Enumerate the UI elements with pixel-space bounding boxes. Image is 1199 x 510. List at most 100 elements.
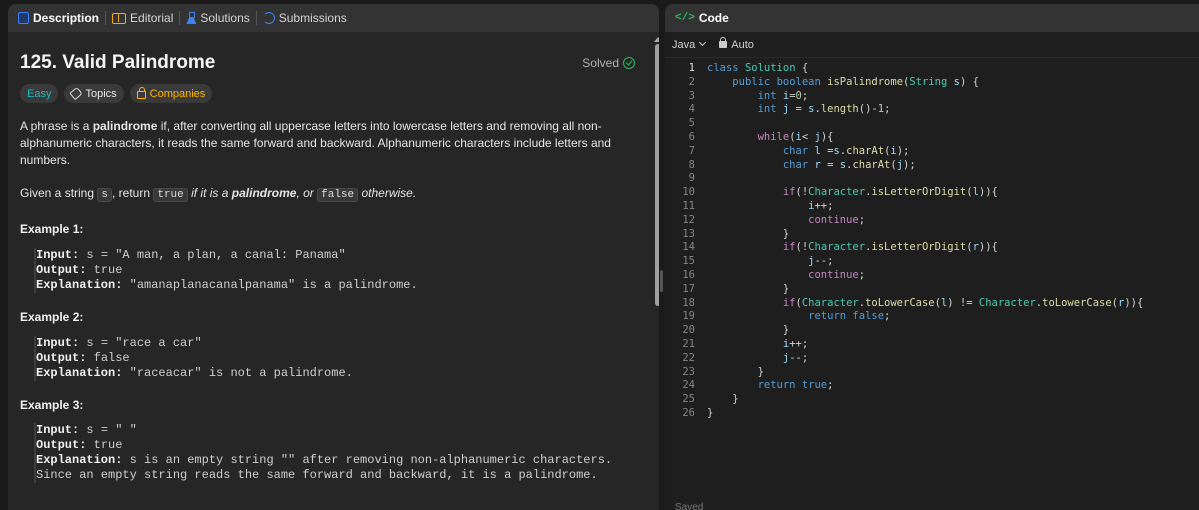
code-text: } [707,324,790,337]
title-row: 125. Valid Palindrome Solved [20,52,635,74]
code-line[interactable]: 19 return false; [665,310,1199,324]
code-line[interactable]: 4 int j = s.length()-1; [665,103,1199,117]
line-number: 25 [682,393,695,406]
description-scrollbar[interactable] [655,44,659,306]
line-number: 13 [682,227,695,240]
code-line[interactable]: 2 public boolean isPalindrome(String s) … [665,76,1199,90]
code-text: int j = s.length()-1; [757,103,891,116]
line-number: 14 [682,241,695,254]
line-number: 3 [688,89,695,102]
line-number: 19 [682,310,695,323]
code-line[interactable]: 5 [665,117,1199,131]
code-text: continue; [808,213,866,226]
code-line[interactable]: 8 char r = s.charAt(j); [665,159,1199,173]
code-line[interactable]: 1 class Solution { [665,62,1199,76]
inline-code: true [153,188,188,202]
code-line[interactable]: 12 continue; [665,214,1199,228]
scroll-up-arrow[interactable] [654,37,659,42]
code-text: while(i< j){ [757,130,834,143]
input-value: s = " " [79,423,137,437]
example-1-title: Example 1: [20,222,84,236]
text: if it is a [187,186,232,200]
code-line[interactable]: 10 if(!Character.isLetterOrDigit(l)){ [665,186,1199,200]
example-2-title: Example 2: [20,310,84,324]
code-line[interactable]: 7 char l =s.charAt(i); [665,145,1199,159]
code-panel: </> Code Java Auto 1 class Solution {2 pu… [665,4,1199,510]
code-line[interactable]: 11 i++; [665,200,1199,214]
code-line[interactable]: 23 } [665,366,1199,380]
lock-icon [136,87,146,99]
topics-button[interactable]: Topics [64,84,124,103]
code-line[interactable]: 3 int i=0; [665,90,1199,104]
example-3-title: Example 3: [20,398,84,412]
output-value: false [86,351,130,365]
auto-mode[interactable]: Auto [719,36,754,51]
explanation-value: "amanaplanacanalpanama" is a palindrome. [122,278,418,292]
companies-button[interactable]: Companies [129,84,213,103]
code-line[interactable]: 18 if(Character.toLowerCase(l) != Charac… [665,297,1199,311]
code-line[interactable]: 20 } [665,324,1199,338]
code-text: return true; [757,379,834,392]
code-line[interactable]: 16 continue; [665,269,1199,283]
tag-icon [69,86,84,101]
code-text: char l =s.charAt(i); [782,144,910,157]
tab-editorial[interactable]: Editorial [106,4,179,32]
flask-icon [186,12,196,24]
code-text: if(!Character.isLetterOrDigit(r)){ [782,241,998,254]
code-text: i++; [782,337,809,350]
text: Given a string [20,186,98,200]
line-number: 21 [682,337,695,350]
tab-solutions[interactable]: Solutions [180,4,255,32]
code-line[interactable]: 22 j--; [665,352,1199,366]
problem-description: A phrase is a palindrome if, after conve… [20,118,640,215]
code-text: return false; [808,310,891,323]
code-line[interactable]: 14 if(!Character.isLetterOrDigit(r)){ [665,241,1199,255]
code-line[interactable]: 17 } [665,283,1199,297]
tab-submissions[interactable]: Submissions [257,4,353,32]
problem-title[interactable]: 125. Valid Palindrome [20,52,215,74]
code-text: } [707,393,739,406]
code-line[interactable]: 25 } [665,393,1199,407]
panel-resize-handle[interactable] [660,270,663,292]
bold-term: palindrome [231,186,297,200]
code-line[interactable]: 6 while(i< j){ [665,131,1199,145]
input-value: s = "race a car" [79,336,202,350]
line-number: 18 [682,296,695,309]
code-text: j--; [782,351,809,364]
code-text: public boolean isPalindrome(String s) { [732,75,979,88]
explanation-label: Explanation: [36,366,123,380]
input-label: Input: [36,336,80,350]
line-number: 5 [688,117,695,130]
lock-icon [719,36,728,48]
save-status: Saved [675,502,704,510]
line-number: 16 [682,268,695,281]
explanation-value: "raceacar" is not a palindrome. [122,366,353,380]
code-text: } [707,365,764,378]
code-line[interactable]: 9 [665,172,1199,186]
line-number: 11 [682,199,695,212]
line-number: 20 [682,324,695,337]
code-text: } [707,282,790,295]
code-line[interactable]: 26} [665,407,1199,421]
explanation-label: Explanation: [36,453,123,467]
description-icon [18,12,29,24]
code-line[interactable]: 21 i++; [665,338,1199,352]
line-number: 17 [682,282,695,295]
code-line[interactable]: 15 j--; [665,255,1199,269]
output-label: Output: [36,263,87,277]
code-line[interactable]: 13 } [665,228,1199,242]
example-2-block: Input: s = "race a car" Output: false Ex… [34,336,353,381]
language-select[interactable]: Java [672,38,707,51]
history-icon [262,12,275,24]
tab-description[interactable]: Description [12,4,105,32]
text: , return [111,186,154,200]
line-number: 9 [688,172,695,185]
code-text: class Solution { [707,62,809,74]
code-editor[interactable]: 1 class Solution {2 public boolean isPali… [665,62,1199,421]
code-text: } [707,227,790,240]
code-text: continue; [808,268,866,281]
input-value: s = "A man, a plan, a canal: Panama" [79,248,346,262]
topics-label: Topics [85,87,117,100]
code-line[interactable]: 24 return true; [665,379,1199,393]
explanation-label: Explanation: [36,278,123,292]
